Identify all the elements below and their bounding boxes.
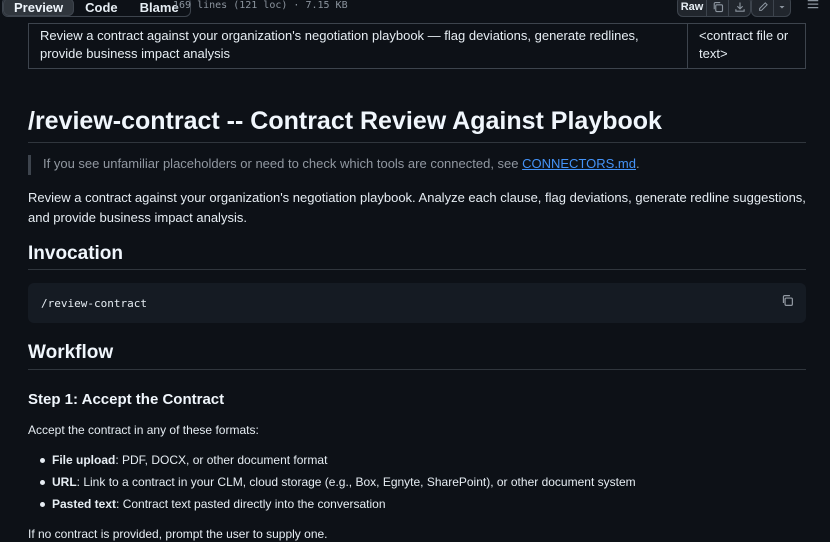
list-item: File upload: PDF, DOCX, or other documen… (40, 452, 636, 474)
invocation-heading: Invocation (28, 243, 124, 264)
command-table: Review a contract against your organizat… (28, 23, 806, 69)
connectors-link[interactable]: CONNECTORS.md (522, 156, 636, 171)
title-divider (28, 142, 806, 143)
edit-group (751, 0, 791, 17)
step1-heading: Step 1: Accept the Contract (28, 391, 225, 408)
pencil-icon[interactable] (752, 0, 773, 16)
intro-paragraph: Review a contract against your organizat… (28, 190, 806, 225)
raw-copy-download-group: Raw (677, 0, 751, 17)
workflow-heading: Workflow (28, 342, 114, 363)
table-row: Review a contract against your organizat… (28, 23, 806, 69)
copy-icon[interactable] (781, 294, 794, 312)
description-cell: Review a contract against your organizat… (28, 23, 688, 69)
note-text: If you see unfamiliar placeholders or ne… (43, 156, 523, 171)
workflow-divider (28, 369, 806, 370)
note-suffix: . (636, 156, 640, 171)
blockquote-note: If you see unfamiliar placeholders or ne… (28, 155, 640, 175)
code-text: /review-contract (41, 297, 147, 310)
file-meta: 169 lines (121 loc) · 7.15 KB (173, 0, 348, 11)
formats-list: File upload: PDF, DOCX, or other documen… (28, 452, 636, 518)
fallback-paragraph: If no contract is provided, prompt the u… (28, 527, 328, 541)
arguments-cell: <contract file or text> (687, 23, 806, 69)
copy-raw-icon[interactable] (706, 0, 728, 16)
step1-intro: Accept the contract in any of these form… (28, 423, 259, 437)
raw-button[interactable]: Raw (678, 0, 706, 16)
download-icon[interactable] (728, 0, 750, 16)
view-mode-tabs: Preview Code Blame (2, 0, 191, 17)
page-title: /review-contract -- Contract Review Agai… (28, 107, 662, 135)
file-toolbar: Preview Code Blame 169 lines (121 loc) ·… (0, 0, 830, 17)
invocation-divider (28, 269, 806, 270)
code-block: /review-contract (28, 283, 806, 323)
chevron-down-icon[interactable] (773, 0, 790, 16)
tab-code[interactable]: Code (74, 0, 129, 16)
tab-preview[interactable]: Preview (3, 0, 75, 16)
list-item: URL: Link to a contract in your CLM, clo… (40, 474, 636, 496)
outline-list-icon[interactable] (806, 0, 820, 17)
list-item: Pasted text: Contract text pasted direct… (40, 496, 636, 518)
